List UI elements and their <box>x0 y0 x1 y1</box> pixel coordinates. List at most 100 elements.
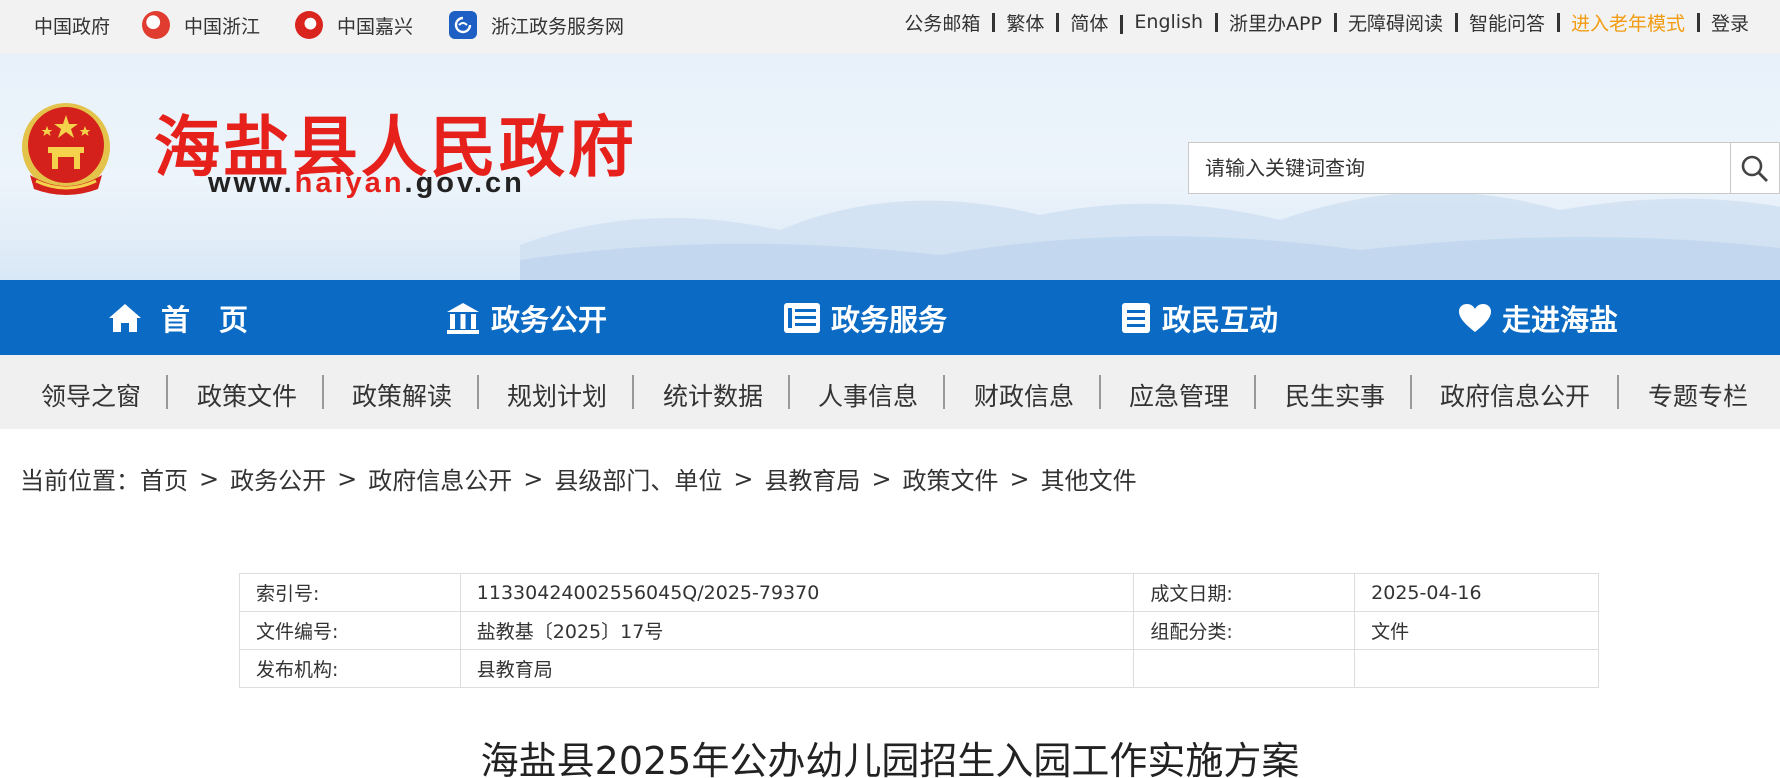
breadcrumb-separator: > <box>337 464 358 493</box>
breadcrumb-prefix: 当前位置： <box>20 467 140 495</box>
link-simplified[interactable]: 简体 <box>1056 9 1121 36</box>
subnav-policy-docs[interactable]: 政策文件 <box>197 377 297 413</box>
url-suffix: .gov.cn <box>404 167 525 199</box>
link-label: 中国政府 <box>34 15 111 38</box>
subnav-finance[interactable]: 财政信息 <box>974 377 1074 413</box>
breadcrumb-county-departments[interactable]: 县级部门、单位 <box>554 461 722 496</box>
nav-about-haiyan[interactable]: 走进海盐 <box>1458 280 1618 355</box>
document-meta-table: 索引号: 11330424002556045Q/2025-79370 成文日期:… <box>239 573 1599 688</box>
zj-service-logo-icon <box>449 11 477 39</box>
nav-label: 政民互动 <box>1162 302 1279 337</box>
top-right-links: 公务邮箱 繁体 简体 English 浙里办APP 无障碍阅读 智能问答 进入老… <box>891 8 1762 36</box>
subnav-info-disclosure[interactable]: 政府信息公开 <box>1440 377 1590 413</box>
breadcrumb-separator: > <box>199 464 220 493</box>
publisher-label: 发布机构: <box>239 649 461 688</box>
index-value: 11330424002556045Q/2025-79370 <box>459 573 1135 612</box>
breadcrumb-home[interactable]: 首页 <box>140 461 188 496</box>
index-label: 索引号: <box>239 573 461 612</box>
empty-cell <box>1133 649 1356 688</box>
subnav-divider <box>632 375 634 409</box>
link-traditional[interactable]: 繁体 <box>992 9 1057 36</box>
subnav-divider <box>1254 375 1256 409</box>
category-value: 文件 <box>1354 611 1599 650</box>
heart-icon <box>1459 303 1491 332</box>
building-icon <box>447 302 479 334</box>
table-row: 发布机构: 县教育局 <box>239 649 1599 688</box>
link-zj-service[interactable]: 浙江政务服务网 <box>449 10 624 40</box>
subnav-special-topics[interactable]: 专题专栏 <box>1648 377 1748 413</box>
breadcrumb-separator: > <box>871 464 892 493</box>
doc-number-label: 文件编号: <box>239 611 461 650</box>
link-mail[interactable]: 公务邮箱 <box>891 9 993 36</box>
url-prefix: www. <box>208 167 295 199</box>
category-label: 组配分类: <box>1133 611 1356 650</box>
link-china-gov[interactable]: 中国政府 <box>34 10 110 40</box>
document-title: 海盐县2025年公办幼儿园招生入园工作实施方案 <box>480 739 1300 778</box>
subnav-planning[interactable]: 规划计划 <box>507 377 607 413</box>
nav-label: 政务服务 <box>831 302 948 337</box>
link-label: 中国浙江 <box>184 15 261 38</box>
table-row: 索引号: 11330424002556045Q/2025-79370 成文日期:… <box>239 573 1599 612</box>
subnav-divider <box>322 375 324 409</box>
nav-label: 走进海盐 <box>1502 302 1619 337</box>
link-zlb-app[interactable]: 浙里办APP <box>1215 9 1335 36</box>
link-smart-qa[interactable]: 智能问答 <box>1454 9 1558 36</box>
header-banner: 海盐县人民政府 www.haiyan.gov.cn <box>0 54 1780 280</box>
list-icon <box>784 302 820 333</box>
table-row: 文件编号: 盐教基〔2025〕17号 组配分类: 文件 <box>239 611 1599 650</box>
nav-interaction[interactable]: 政民互动 <box>1120 280 1278 355</box>
breadcrumb-separator: > <box>523 464 544 493</box>
subnav-emergency[interactable]: 应急管理 <box>1129 377 1229 413</box>
nav-gov-affairs[interactable]: 政务公开 <box>445 280 607 355</box>
nav-label: 首 页 <box>161 302 249 337</box>
search-icon <box>1741 155 1768 182</box>
subnav-divider <box>1617 375 1619 409</box>
sub-nav: 领导之窗 政策文件 政策解读 规划计划 统计数据 人事信息 财政信息 应急管理 … <box>0 355 1780 429</box>
link-english[interactable]: English <box>1120 11 1216 34</box>
link-label: 浙江政务服务网 <box>491 15 625 38</box>
breadcrumb-policy-docs[interactable]: 政策文件 <box>903 461 999 496</box>
main-nav: 首 页 政务公开 政务服务 政民互动 走进海盐 <box>0 280 1780 355</box>
link-accessibility[interactable]: 无障碍阅读 <box>1333 9 1456 36</box>
jiaxing-logo-icon <box>295 11 323 39</box>
breadcrumb-gov-affairs[interactable]: 政务公开 <box>230 461 326 496</box>
subnav-divider <box>166 375 168 409</box>
subnav-policy-interpretation[interactable]: 政策解读 <box>352 377 452 413</box>
search-button[interactable] <box>1730 142 1780 194</box>
subnav-divider <box>788 375 790 409</box>
link-china-zhejiang[interactable]: 中国浙江 <box>142 10 260 40</box>
link-china-jiaxing[interactable]: 中国嘉兴 <box>295 10 413 40</box>
subnav-statistics[interactable]: 统计数据 <box>663 377 763 413</box>
date-value: 2025-04-16 <box>1354 573 1599 612</box>
search-input[interactable] <box>1188 142 1731 194</box>
date-label: 成文日期: <box>1133 573 1356 612</box>
document-icon <box>1122 302 1150 333</box>
publisher-value: 县教育局 <box>459 649 1135 688</box>
subnav-divider <box>943 375 945 409</box>
nav-label: 政务公开 <box>491 302 608 337</box>
nav-home[interactable]: 首 页 <box>107 280 248 355</box>
breadcrumb-separator: > <box>1009 464 1030 493</box>
home-icon <box>109 303 141 332</box>
subnav-divider <box>477 375 479 409</box>
subnav-divider <box>1099 375 1101 409</box>
subnav-divider <box>1410 375 1412 409</box>
breadcrumb-other-docs[interactable]: 其他文件 <box>1041 461 1137 496</box>
link-login[interactable]: 登录 <box>1696 9 1762 36</box>
link-elderly-mode[interactable]: 进入老年模式 <box>1556 9 1698 36</box>
breadcrumb-info-disclosure[interactable]: 政府信息公开 <box>368 461 512 496</box>
breadcrumb: 当前位置： 首页 > 政务公开 > 政府信息公开 > 县级部门、单位 > 县教育… <box>20 461 1137 496</box>
zhejiang-logo-icon <box>142 11 170 39</box>
national-emblem-icon <box>22 103 110 195</box>
subnav-leaders[interactable]: 领导之窗 <box>41 377 141 413</box>
url-highlight: haiyan <box>294 167 405 199</box>
empty-cell <box>1354 649 1599 688</box>
subnav-livelihood[interactable]: 民生实事 <box>1285 377 1385 413</box>
breadcrumb-separator: > <box>733 464 754 493</box>
site-url: www.haiyan.gov.cn <box>208 167 525 200</box>
subnav-personnel[interactable]: 人事信息 <box>818 377 918 413</box>
doc-number-value: 盐教基〔2025〕17号 <box>459 611 1135 650</box>
search-box <box>1188 142 1780 194</box>
nav-gov-services[interactable]: 政务服务 <box>783 280 947 355</box>
breadcrumb-education-bureau[interactable]: 县教育局 <box>764 461 860 496</box>
